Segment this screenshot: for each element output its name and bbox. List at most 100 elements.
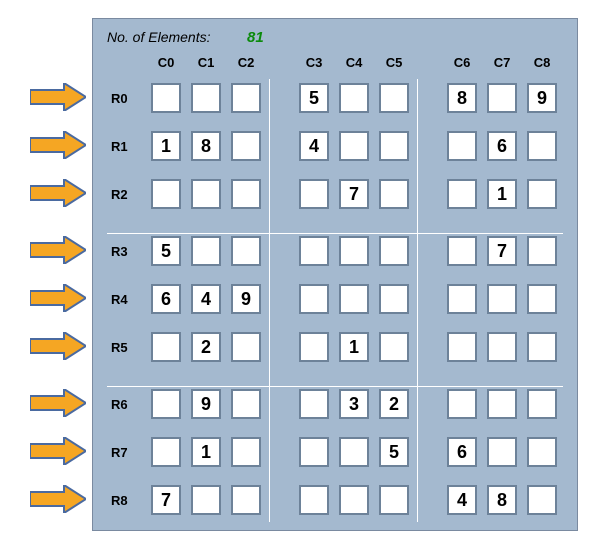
grid-cell[interactable]	[299, 485, 329, 515]
grid-cell[interactable]	[191, 236, 221, 266]
arrow-icon	[30, 83, 86, 111]
grid-cell[interactable]	[447, 389, 477, 419]
grid-cell[interactable]: 2	[191, 332, 221, 362]
element-count-value: 81	[247, 29, 264, 46]
grid-cell[interactable]	[339, 131, 369, 161]
grid-cell[interactable]	[447, 284, 477, 314]
grid-cell[interactable]	[379, 236, 409, 266]
grid-cell[interactable]	[151, 437, 181, 467]
grid-cell[interactable]	[527, 131, 557, 161]
grid-cell[interactable]	[151, 83, 181, 113]
grid-cell[interactable]: 4	[299, 131, 329, 161]
grid-cell[interactable]: 9	[231, 284, 261, 314]
grid-cell[interactable]: 1	[151, 131, 181, 161]
grid-cell[interactable]: 1	[487, 179, 517, 209]
grid-cell[interactable]	[299, 284, 329, 314]
column-header: C0	[151, 55, 181, 70]
grid-cell[interactable]	[487, 389, 517, 419]
column-header: C1	[191, 55, 221, 70]
grid-cell[interactable]	[339, 236, 369, 266]
grid-cell[interactable]	[231, 131, 261, 161]
grid-cell[interactable]	[527, 179, 557, 209]
grid-cell[interactable]	[231, 179, 261, 209]
grid-cell[interactable]	[231, 437, 261, 467]
grid-cell[interactable]	[379, 284, 409, 314]
grid-cell[interactable]	[527, 485, 557, 515]
grid-cell[interactable]	[231, 389, 261, 419]
grid-cell[interactable]: 7	[339, 179, 369, 209]
grid-cell[interactable]: 6	[151, 284, 181, 314]
grid-cell[interactable]	[151, 389, 181, 419]
grid-cell[interactable]: 8	[191, 131, 221, 161]
grid-cell[interactable]: 8	[447, 83, 477, 113]
arrow-icon	[30, 485, 86, 513]
grid-cell[interactable]	[231, 485, 261, 515]
row-header: R4	[111, 292, 128, 307]
grid-cell[interactable]	[231, 83, 261, 113]
grid-cell[interactable]	[151, 332, 181, 362]
grid-cell[interactable]: 6	[447, 437, 477, 467]
grid-cell[interactable]	[487, 83, 517, 113]
grid-cell[interactable]	[527, 236, 557, 266]
arrow-icon	[30, 131, 86, 159]
grid-cell[interactable]: 2	[379, 389, 409, 419]
grid-cell[interactable]: 4	[191, 284, 221, 314]
grid-cell[interactable]	[299, 179, 329, 209]
grid-cell[interactable]	[447, 131, 477, 161]
grid-cell[interactable]	[379, 131, 409, 161]
grid-cell[interactable]: 5	[151, 236, 181, 266]
grid-cell[interactable]	[191, 83, 221, 113]
sudoku-panel: No. of Elements: 81 C0C1C2C3C4C5C6C7C8 R…	[92, 18, 578, 531]
grid-cell[interactable]: 9	[527, 83, 557, 113]
grid-cell[interactable]	[527, 332, 557, 362]
row-header: R8	[111, 493, 128, 508]
grid-cell[interactable]	[379, 179, 409, 209]
element-count-label: No. of Elements:	[107, 29, 211, 45]
grid-cell[interactable]	[379, 485, 409, 515]
grid-cell[interactable]	[339, 485, 369, 515]
grid-cell[interactable]	[487, 284, 517, 314]
grid-cell[interactable]	[151, 179, 181, 209]
divider-horizontal	[107, 386, 563, 387]
row-header: R2	[111, 187, 128, 202]
grid-cell[interactable]	[447, 236, 477, 266]
grid-cell[interactable]	[487, 437, 517, 467]
grid-cell[interactable]: 5	[379, 437, 409, 467]
grid-cell[interactable]	[447, 332, 477, 362]
grid-cell[interactable]: 8	[487, 485, 517, 515]
row-header: R6	[111, 397, 128, 412]
column-header: C6	[447, 55, 477, 70]
column-header: C8	[527, 55, 557, 70]
grid-cell[interactable]: 7	[151, 485, 181, 515]
grid-cell[interactable]: 3	[339, 389, 369, 419]
column-header: C2	[231, 55, 261, 70]
grid-cell[interactable]	[299, 332, 329, 362]
grid-cell[interactable]: 6	[487, 131, 517, 161]
grid-cell[interactable]	[231, 236, 261, 266]
grid-cell[interactable]	[527, 437, 557, 467]
grid-cell[interactable]	[299, 236, 329, 266]
grid-cell[interactable]	[379, 83, 409, 113]
grid-cell[interactable]	[299, 437, 329, 467]
grid-cell[interactable]	[339, 437, 369, 467]
grid-cell[interactable]	[299, 389, 329, 419]
grid-cell[interactable]	[527, 389, 557, 419]
column-header: C5	[379, 55, 409, 70]
grid-cell[interactable]	[339, 83, 369, 113]
grid-cell[interactable]	[527, 284, 557, 314]
grid-cell[interactable]	[379, 332, 409, 362]
grid-cell[interactable]	[191, 179, 221, 209]
grid-cell[interactable]	[231, 332, 261, 362]
grid-cell[interactable]	[339, 284, 369, 314]
grid-cell[interactable]	[487, 332, 517, 362]
grid-cell[interactable]: 1	[191, 437, 221, 467]
grid-cell[interactable]: 7	[487, 236, 517, 266]
grid-cell[interactable]	[191, 485, 221, 515]
grid-cell[interactable]: 4	[447, 485, 477, 515]
arrow-icon	[30, 389, 86, 417]
arrow-icon	[30, 236, 86, 264]
grid-cell[interactable]: 9	[191, 389, 221, 419]
grid-cell[interactable]: 1	[339, 332, 369, 362]
grid-cell[interactable]	[447, 179, 477, 209]
grid-cell[interactable]: 5	[299, 83, 329, 113]
